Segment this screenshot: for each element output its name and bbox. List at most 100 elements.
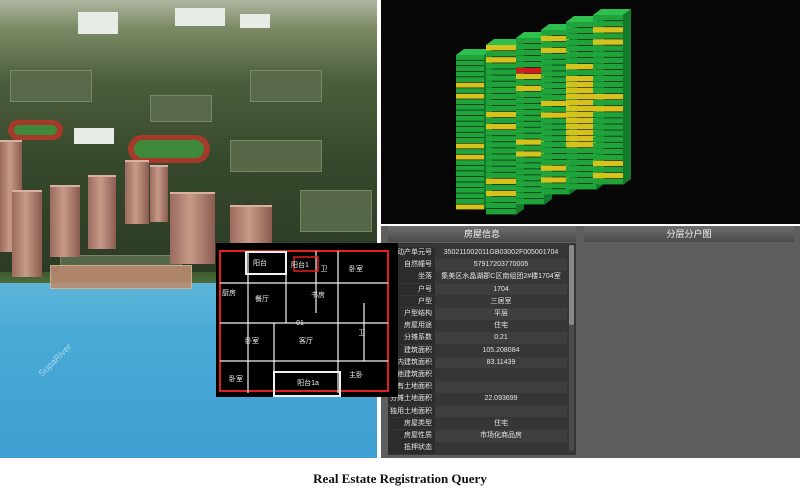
floor-unit[interactable] [541,41,569,48]
building-3d-stack-view[interactable] [381,0,800,224]
floor-unit[interactable] [566,166,596,172]
floor-unit[interactable] [486,93,516,100]
floor-unit[interactable] [593,45,623,51]
floor-unit[interactable] [486,81,516,87]
floor-unit[interactable] [516,127,544,133]
floor-unit[interactable] [541,124,569,130]
floor-unit[interactable] [566,124,596,130]
floor-unit[interactable] [486,75,516,81]
floor-unit[interactable] [541,106,569,112]
floor-unit[interactable] [486,202,516,209]
floor-unit[interactable] [541,136,569,142]
floor-unit[interactable] [516,38,544,44]
floor-unit[interactable] [566,148,596,154]
floor-unit[interactable] [541,53,569,59]
floor-unit[interactable] [593,136,623,142]
floor-unit[interactable] [593,33,623,39]
floor-unit[interactable] [541,100,569,107]
floor-unit[interactable] [486,105,516,112]
floor-unit[interactable] [516,61,544,68]
floor-unit[interactable] [516,49,544,56]
floor-unit[interactable] [486,130,516,136]
floor-unit[interactable] [541,118,569,124]
floor-unit[interactable] [486,87,516,93]
floor-unit[interactable] [456,187,484,193]
floor-unit[interactable] [593,166,623,173]
floor-unit[interactable] [486,196,516,203]
floor-unit[interactable] [516,43,544,50]
floor-unit[interactable] [456,82,484,88]
floor-unit[interactable] [566,94,596,100]
floor-unit[interactable] [516,109,544,115]
floor-unit[interactable] [516,115,544,121]
floor-unit[interactable] [516,67,544,74]
floor-unit[interactable] [593,51,623,57]
floor-unit[interactable] [516,151,544,157]
floor-unit[interactable] [486,142,516,148]
floor-unit[interactable] [456,132,484,138]
floor-unit[interactable] [566,118,596,124]
floor-unit[interactable] [593,118,623,124]
floor-unit[interactable] [541,30,569,36]
floor-unit[interactable] [566,184,596,190]
floor-unit[interactable] [541,177,569,183]
floor-unit[interactable] [593,130,623,136]
floor-unit[interactable] [516,55,544,62]
floor-unit[interactable] [486,99,516,106]
floor-unit[interactable] [516,163,544,169]
floor-unit[interactable] [593,154,623,161]
floor-unit[interactable] [456,154,484,160]
floor-unit[interactable] [593,57,623,63]
floor-unit[interactable] [566,112,596,118]
floor-unit[interactable] [456,165,484,171]
floor-unit[interactable] [541,159,569,165]
floor-unit[interactable] [516,85,544,92]
floor-unit[interactable] [486,148,516,154]
floor-unit[interactable] [456,198,484,204]
floor-unit[interactable] [486,111,516,118]
floor-unit[interactable] [516,157,544,163]
floor-unit[interactable] [593,106,623,112]
floor-unit[interactable] [541,88,569,95]
floor-unit[interactable] [456,171,484,177]
floor-unit[interactable] [566,22,596,28]
floor-unit[interactable] [516,73,544,80]
floor-unit[interactable] [593,142,623,148]
floor-unit[interactable] [486,190,516,197]
floor-unit[interactable] [486,57,516,63]
floor-unit[interactable] [486,123,516,130]
floor-unit[interactable] [456,138,484,143]
floor-unit[interactable] [456,176,484,182]
floor-unit[interactable] [541,165,569,171]
floor-unit[interactable] [486,172,516,178]
floor-unit[interactable] [566,40,596,46]
floor-unit[interactable] [541,130,569,136]
floor-unit[interactable] [456,121,484,127]
floor-unit[interactable] [593,100,623,106]
floor-unit[interactable] [593,148,623,155]
floor-unit[interactable] [566,106,596,112]
floor-unit[interactable] [456,115,484,121]
floor-unit[interactable] [566,160,596,166]
floor-unit[interactable] [566,136,596,142]
floor-unit[interactable] [593,178,623,185]
floor-unit[interactable] [516,181,544,187]
floor-unit[interactable] [456,66,484,72]
floor-unit[interactable] [566,52,596,58]
floor-unit[interactable] [541,94,569,101]
floor-unit[interactable] [486,184,516,191]
floor-unit[interactable] [456,55,484,60]
floor-unit[interactable] [486,117,516,124]
floor-unit[interactable] [516,145,544,151]
floor-unit[interactable] [456,110,484,116]
floor-unit[interactable] [516,193,544,199]
floor-unit[interactable] [566,34,596,40]
floor-unit[interactable] [486,63,516,69]
floor-unit[interactable] [566,154,596,160]
floor-unit[interactable] [486,51,516,57]
floor-unit[interactable] [486,45,516,51]
floor-unit[interactable] [593,93,623,100]
floor-unit[interactable] [541,35,569,42]
floor-unit[interactable] [541,153,569,160]
floor-unit[interactable] [456,60,484,66]
